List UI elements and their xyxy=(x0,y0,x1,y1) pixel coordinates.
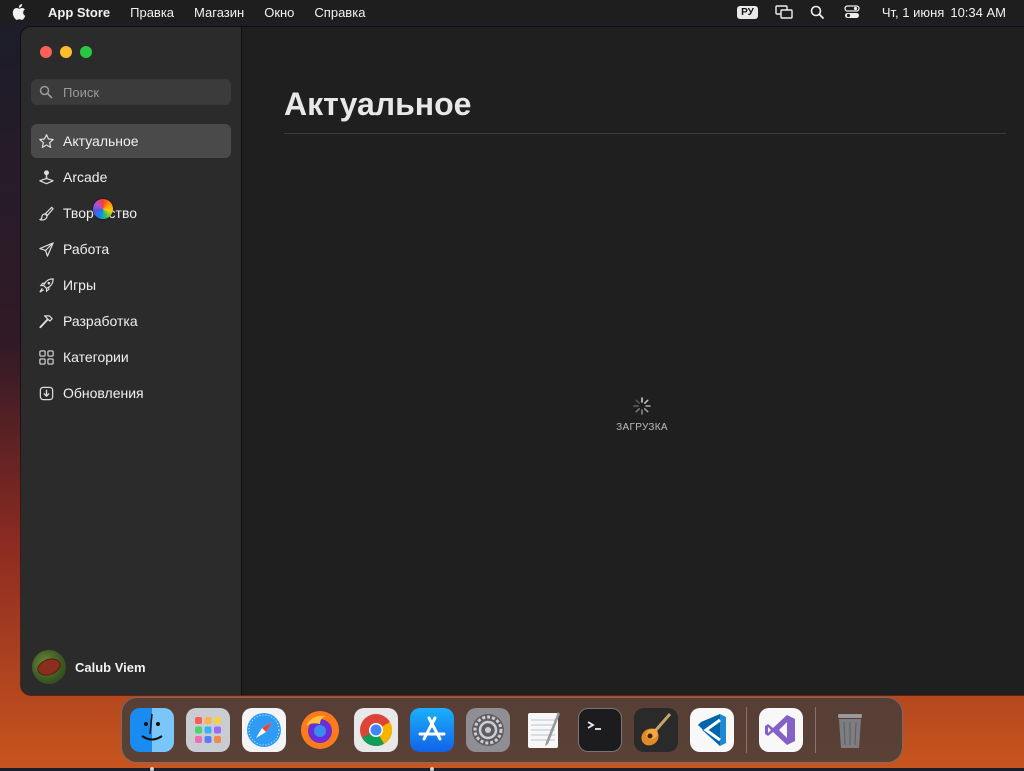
sidebar-item-games[interactable]: Игры xyxy=(31,268,231,302)
brush-icon xyxy=(37,204,55,222)
sidebar-item-label: Разработка xyxy=(63,313,138,329)
dock-textedit[interactable] xyxy=(522,708,566,752)
launchpad-icon xyxy=(186,708,230,752)
loading-label: ЗАГРУЗКА xyxy=(616,422,668,433)
joystick-icon xyxy=(37,168,55,186)
account-button[interactable]: Calub Viem xyxy=(32,650,146,684)
clock-date: Чт, 1 июня xyxy=(881,4,945,20)
dock-vscode[interactable] xyxy=(690,708,734,752)
sidebar-item-label: Обновления xyxy=(63,385,144,401)
dock-system-settings[interactable] xyxy=(466,708,510,752)
finder-icon xyxy=(130,708,174,752)
dock-trash[interactable] xyxy=(828,708,872,752)
main-content: Актуальное ЗАГРУЗКА xyxy=(242,27,1024,695)
search-input[interactable] xyxy=(61,83,225,101)
sidebar: Актуальное Arcade Творчество Работа Игры… xyxy=(21,27,242,695)
menu-clock[interactable]: Чт, 1 июня 10:34 AM xyxy=(876,5,1006,20)
sidebar-nav: Актуальное Arcade Творчество Работа Игры… xyxy=(31,124,231,412)
settings-icon xyxy=(466,708,510,752)
dock-launchpad[interactable] xyxy=(186,708,230,752)
search-field[interactable] xyxy=(31,79,231,105)
sidebar-item-label: Игры xyxy=(63,277,97,293)
terminal-icon xyxy=(578,708,622,752)
star-icon xyxy=(37,132,55,150)
sidebar-item-label: Arcade xyxy=(63,169,108,185)
apple-menu-icon[interactable] xyxy=(0,4,38,20)
app-store-icon xyxy=(410,708,454,752)
title-divider xyxy=(284,133,1006,134)
input-source-badge[interactable]: РУ xyxy=(737,5,758,19)
menu-store[interactable]: Магазин xyxy=(184,5,254,20)
avatar xyxy=(32,650,66,684)
zoom-window-button[interactable] xyxy=(80,46,92,58)
rocket-icon xyxy=(37,276,55,294)
dock-terminal[interactable] xyxy=(578,708,622,752)
dock-separator xyxy=(815,707,816,753)
dock-garageband[interactable] xyxy=(634,708,678,752)
sidebar-item-updates[interactable]: Обновления xyxy=(31,376,231,410)
search-icon xyxy=(39,85,53,99)
dock-chrome[interactable] xyxy=(354,708,398,752)
busy-cursor-icon xyxy=(93,199,113,219)
download-icon xyxy=(37,384,55,402)
paper-plane-icon xyxy=(37,240,55,258)
dock-firefox[interactable] xyxy=(298,708,342,752)
sidebar-item-work[interactable]: Работа xyxy=(31,232,231,266)
dock-safari[interactable] xyxy=(242,708,286,752)
sidebar-item-develop[interactable]: Разработка xyxy=(31,304,231,338)
trash-icon xyxy=(828,708,872,752)
dock-finder[interactable] xyxy=(130,708,174,771)
dock-app-store[interactable] xyxy=(410,708,454,771)
hammer-icon xyxy=(37,312,55,330)
window-controls xyxy=(40,46,92,58)
firefox-icon xyxy=(298,708,342,752)
menu-edit[interactable]: Правка xyxy=(120,5,184,20)
sidebar-item-create[interactable]: Творчество xyxy=(31,196,231,230)
sidebar-item-arcade[interactable]: Arcade xyxy=(31,160,231,194)
vscode-icon xyxy=(690,708,734,752)
spotlight-search-icon[interactable] xyxy=(808,4,828,20)
sidebar-item-categories[interactable]: Категории xyxy=(31,340,231,374)
menu-window[interactable]: Окно xyxy=(254,5,304,20)
app-store-window: Актуальное Arcade Творчество Работа Игры… xyxy=(21,27,1024,695)
menu-help[interactable]: Справка xyxy=(304,5,375,20)
chrome-icon xyxy=(354,708,398,752)
close-window-button[interactable] xyxy=(40,46,52,58)
user-name: Calub Viem xyxy=(75,659,146,675)
sidebar-item-label: Работа xyxy=(63,241,110,257)
dock-visual-studio[interactable] xyxy=(759,708,803,752)
menu-app-name[interactable]: App Store xyxy=(38,5,120,20)
sidebar-item-discover[interactable]: Актуальное xyxy=(31,124,231,158)
sidebar-item-label: Актуальное xyxy=(63,133,139,149)
visual-studio-icon xyxy=(759,708,803,752)
screen-mirroring-icon[interactable] xyxy=(774,4,794,20)
dock xyxy=(121,697,903,771)
minimize-window-button[interactable] xyxy=(60,46,72,58)
textedit-icon xyxy=(522,708,566,752)
page-title: Актуальное xyxy=(284,86,472,122)
grid-icon xyxy=(37,348,55,366)
clock-time: 10:34 AM xyxy=(950,4,1006,20)
sidebar-item-label: Категории xyxy=(63,349,129,365)
guitar-icon xyxy=(634,708,678,752)
control-center-icon[interactable] xyxy=(842,4,862,20)
loading-spinner-icon xyxy=(633,397,651,415)
menu-bar: App Store Правка Магазин Окно Справка РУ… xyxy=(0,0,1024,24)
dock-separator xyxy=(746,707,747,753)
safari-icon xyxy=(242,708,286,752)
